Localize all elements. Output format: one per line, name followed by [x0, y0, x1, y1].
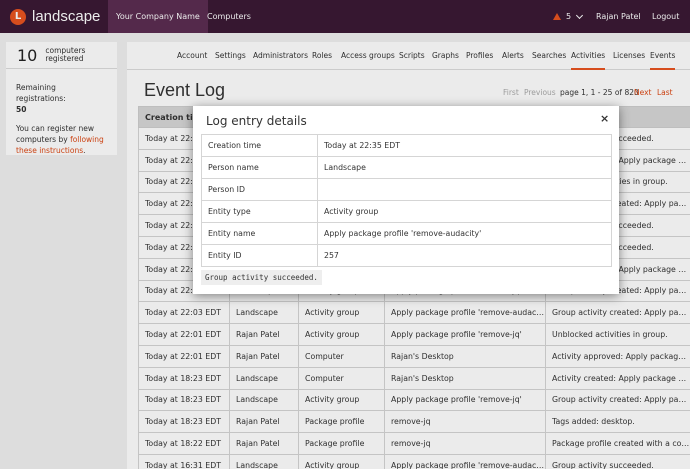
detail-value: 257: [317, 244, 612, 267]
log-entry-dialog: Log entry details × Creation time Today a…: [193, 106, 619, 294]
dialog-title: Log entry details: [206, 114, 307, 128]
detail-row: Entity type Activity group: [201, 200, 612, 223]
detail-label: Entity ID: [201, 244, 318, 267]
log-message: Group activity succeeded.: [201, 270, 322, 285]
detail-label: Entity type: [201, 200, 318, 223]
detail-row: Person ID: [201, 178, 612, 201]
detail-value: Landscape: [317, 156, 612, 179]
detail-value: [317, 178, 612, 201]
detail-label: Creation time: [201, 134, 318, 157]
log-entry-details-table: Creation time Today at 22:35 EDT Person na…: [201, 134, 612, 267]
detail-value: Apply package profile 'remove-audacity': [317, 222, 612, 245]
close-icon[interactable]: ×: [600, 112, 609, 125]
details-body: Creation time Today at 22:35 EDT Person na…: [201, 134, 612, 267]
detail-value: Activity group: [317, 200, 612, 223]
detail-row: Entity name Apply package profile 'remove…: [201, 222, 612, 245]
detail-row: Entity ID 257: [201, 244, 612, 267]
detail-label: Person ID: [201, 178, 318, 201]
detail-row: Person name Landscape: [201, 156, 612, 179]
detail-label: Person name: [201, 156, 318, 179]
detail-row: Creation time Today at 22:35 EDT: [201, 134, 612, 157]
detail-value: Today at 22:35 EDT: [317, 134, 612, 157]
detail-label: Entity name: [201, 222, 318, 245]
